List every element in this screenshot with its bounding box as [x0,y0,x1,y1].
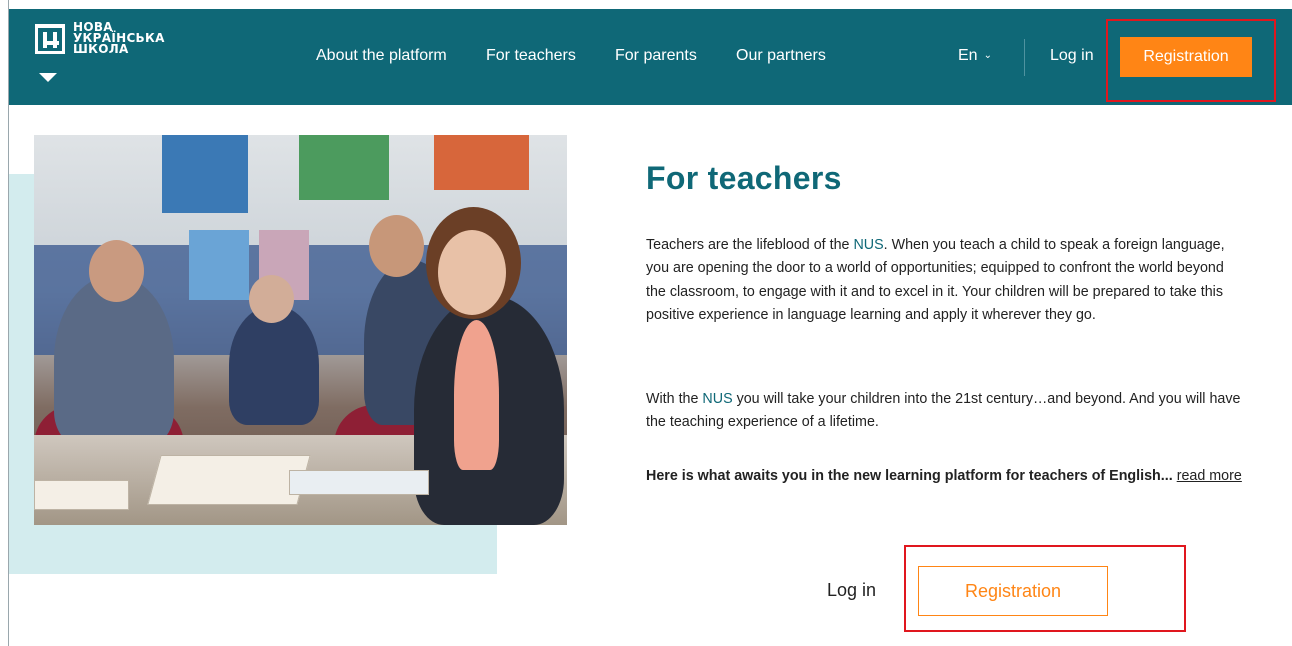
second-text-start: With the [646,391,703,407]
nus-logo-icon [35,24,65,54]
triangle-down-icon[interactable] [39,73,57,82]
logo-text: НОВА УКРАЇНСЬКА ШКОЛА [73,21,165,56]
nav-for-parents[interactable]: For parents [615,47,697,65]
nav-about-platform[interactable]: About the platform [316,47,447,65]
intro-text-start: Teachers are the lifeblood of the [646,237,854,253]
nav-for-teachers[interactable]: For teachers [486,47,576,65]
intro-paragraph: Teachers are the lifeblood of the NUS. W… [646,234,1246,327]
second-text-rest: you will take your children into the 21s… [646,391,1241,431]
hero-photo-classroom [34,135,567,525]
nav-our-partners[interactable]: Our partners [736,47,826,65]
site-header: НОВА УКРАЇНСЬКА ШКОЛА About the platform… [9,9,1292,105]
second-paragraph: With the NUS you will take your children… [646,388,1246,435]
nus-abbreviation: NUS [853,237,884,253]
logo-line-3: ШКОЛА [73,42,129,56]
body-login-link[interactable]: Log in [827,580,876,601]
highlight-box-header-registration [1106,19,1276,102]
nus-abbreviation-2: NUS [702,391,733,407]
page-title: For teachers [646,160,842,196]
awaits-text: Here is what awaits you in the new learn… [646,468,1177,484]
chevron-down-icon: ⌄ [983,50,992,61]
highlight-box-body-registration [904,545,1186,632]
header-login-link[interactable]: Log in [1050,47,1094,65]
language-selector[interactable]: En ⌄ [958,47,992,65]
site-logo[interactable]: НОВА УКРАЇНСЬКА ШКОЛА [35,21,195,94]
header-divider [1024,39,1025,76]
read-more-link[interactable]: read more [1177,468,1242,484]
awaits-paragraph: Here is what awaits you in the new learn… [646,465,1246,488]
language-label: En [958,47,978,64]
